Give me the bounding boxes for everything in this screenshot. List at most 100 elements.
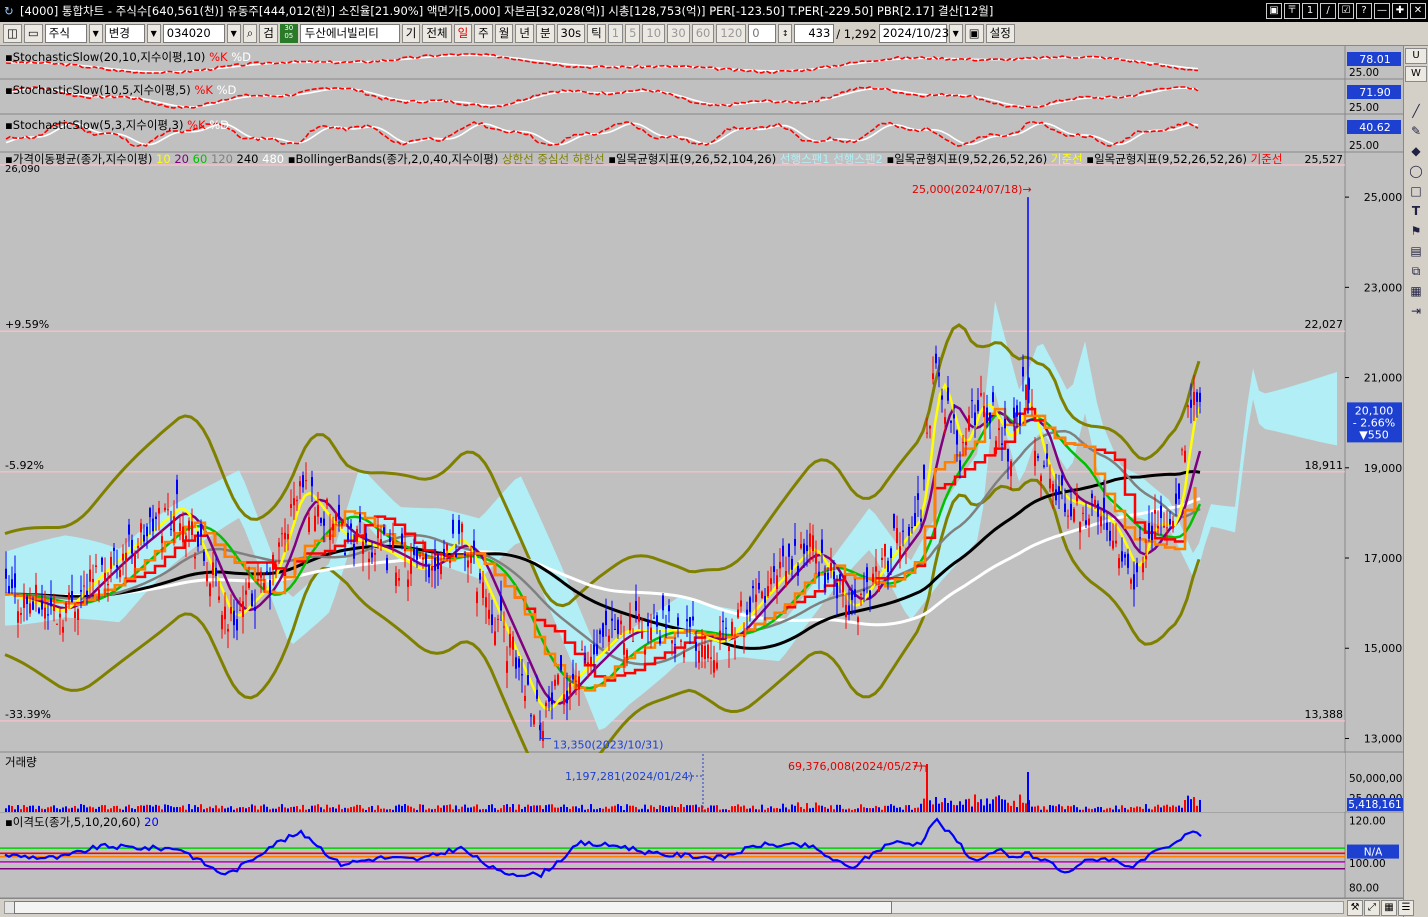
candle-body [701,644,703,658]
ellipse-tool-icon[interactable]: ◯ [1406,162,1426,180]
bottom-bar: ⚒ ⤢ ▦ ☰ [0,898,1414,917]
search-button[interactable]: 검 [259,24,278,43]
chart-area[interactable]: ▪StochasticSlow(20,10,지수이평,10) %K %D 78.0… [0,46,1403,898]
candle-body [1016,405,1018,417]
help-icon[interactable]: ? [1356,3,1372,19]
period-button-year[interactable]: 년 [515,24,534,43]
period-button-gi[interactable]: 기 [401,24,421,43]
s2-axis-label: 25.00 [1349,102,1379,114]
interval-button-60[interactable]: 60 [691,24,715,43]
close-icon[interactable]: ✕ [1410,3,1426,19]
period-button-day[interactable]: 일 [453,24,473,43]
screen-icon[interactable]: ▭ [23,24,43,43]
volume-bar [287,808,289,812]
period-button-30s[interactable]: 30s [556,24,586,43]
volume-bar [422,804,424,812]
volume-bar [419,804,421,812]
date-input[interactable]: 2024/10/23 [878,24,949,43]
volume-bar [1160,807,1162,812]
candle-body [1022,366,1024,377]
period-button-month[interactable]: 월 [494,24,514,43]
search-icon[interactable]: ⌕ [242,24,258,43]
volume-bar [749,808,751,812]
interval-button-120[interactable]: 120 [716,24,747,43]
period-button-tick[interactable]: 틱 [587,24,606,43]
menu-icon[interactable]: ☰ [1398,900,1414,916]
volume-bar [605,806,607,812]
slash-icon[interactable]: / [1320,3,1336,19]
volume-bar [707,807,709,812]
check-icon[interactable]: ☑ [1338,3,1354,19]
count-input[interactable]: 433 [794,24,835,43]
volume-bar [143,805,145,812]
grid-icon[interactable]: ▦ [1381,900,1397,916]
line-tool-icon[interactable]: ╱ [1406,102,1426,120]
market-select[interactable]: 주식 [44,24,87,43]
volume-bar [917,807,919,812]
interval-button-1[interactable]: 1 [607,24,624,43]
pin-icon[interactable]: 〒 [1284,3,1300,19]
gallery-tool-icon[interactable]: ▦ [1406,282,1426,300]
minimize-icon[interactable]: — [1374,3,1390,19]
tools-icon[interactable]: ⚒ [1347,900,1363,916]
market-dropdown-icon[interactable]: ▼ [88,24,103,43]
change-dropdown-icon[interactable]: ▼ [146,24,161,43]
pencil-tool-icon[interactable]: ✎ [1406,122,1426,140]
text-tool-icon[interactable]: T [1406,202,1426,220]
zoom-icon[interactable]: ⤢ [1364,900,1380,916]
exit-tool-icon[interactable]: ⇥ [1406,302,1426,320]
candle-body [1115,540,1117,544]
one-icon[interactable]: 1 [1302,3,1318,19]
volume-bar [647,809,649,812]
stock-code-input[interactable]: 034020 [162,24,225,43]
settings-button[interactable]: 설정 [985,24,1015,43]
save-icon[interactable]: ▣ [964,24,984,43]
candle-body [293,498,295,506]
candle-body [32,601,34,610]
candle-body [428,564,430,578]
candle-body [1187,405,1189,407]
flag-icon[interactable]: 30 05 [279,24,298,43]
candle-body [908,526,910,536]
interval-button-5[interactable]: 5 [625,24,641,43]
eraser-tool-icon[interactable]: ◆ [1406,142,1426,160]
candle-body [71,590,73,602]
interval-input[interactable]: 0 [748,24,777,43]
candle-body [641,631,643,639]
period-button-minute[interactable]: 분 [535,24,555,43]
maximize-icon[interactable]: ✚ [1392,3,1408,19]
scrollbar-thumb[interactable] [14,901,892,914]
volume-bar [374,809,376,812]
period-button-all[interactable]: 전체 [422,24,452,43]
period-button-week[interactable]: 주 [474,24,493,43]
candle-body [416,548,418,560]
candle-body [323,518,325,526]
volume-bar [1007,802,1009,812]
layout-icon[interactable]: ◫ [3,24,22,43]
stock-name-field[interactable]: 두산에너빌리티 [299,24,400,43]
interval-button-10[interactable]: 10 [642,24,666,43]
interval-button-30[interactable]: 30 [667,24,690,43]
rectangle-tool-icon[interactable]: □ [1406,182,1426,200]
marker-tool-icon[interactable]: ⚑ [1406,222,1426,240]
restore-icon[interactable]: ▣ [1266,3,1282,19]
interval-spin-icon[interactable]: ↕ [778,24,793,43]
candle-body [1121,551,1123,562]
date-dropdown-icon[interactable]: ▼ [948,24,963,43]
tab-u[interactable]: U [1405,48,1427,64]
volume-bar [1088,808,1090,812]
candle-body [383,527,385,535]
candle-body [53,604,55,611]
volume-bar [392,809,394,812]
order-tool-icon[interactable]: ▤ [1406,242,1426,260]
code-dropdown-icon[interactable]: ▼ [226,24,241,43]
candle-body [968,415,970,431]
tab-w[interactable]: W [1405,66,1427,82]
copy-tool-icon[interactable]: ⧉ [1406,262,1426,280]
candle-body [1154,509,1156,514]
candle-body [197,531,199,547]
volume-bar [233,809,235,812]
change-select[interactable]: 변경 [104,24,145,43]
volume-bar [1082,809,1084,812]
candle-body [245,590,247,595]
